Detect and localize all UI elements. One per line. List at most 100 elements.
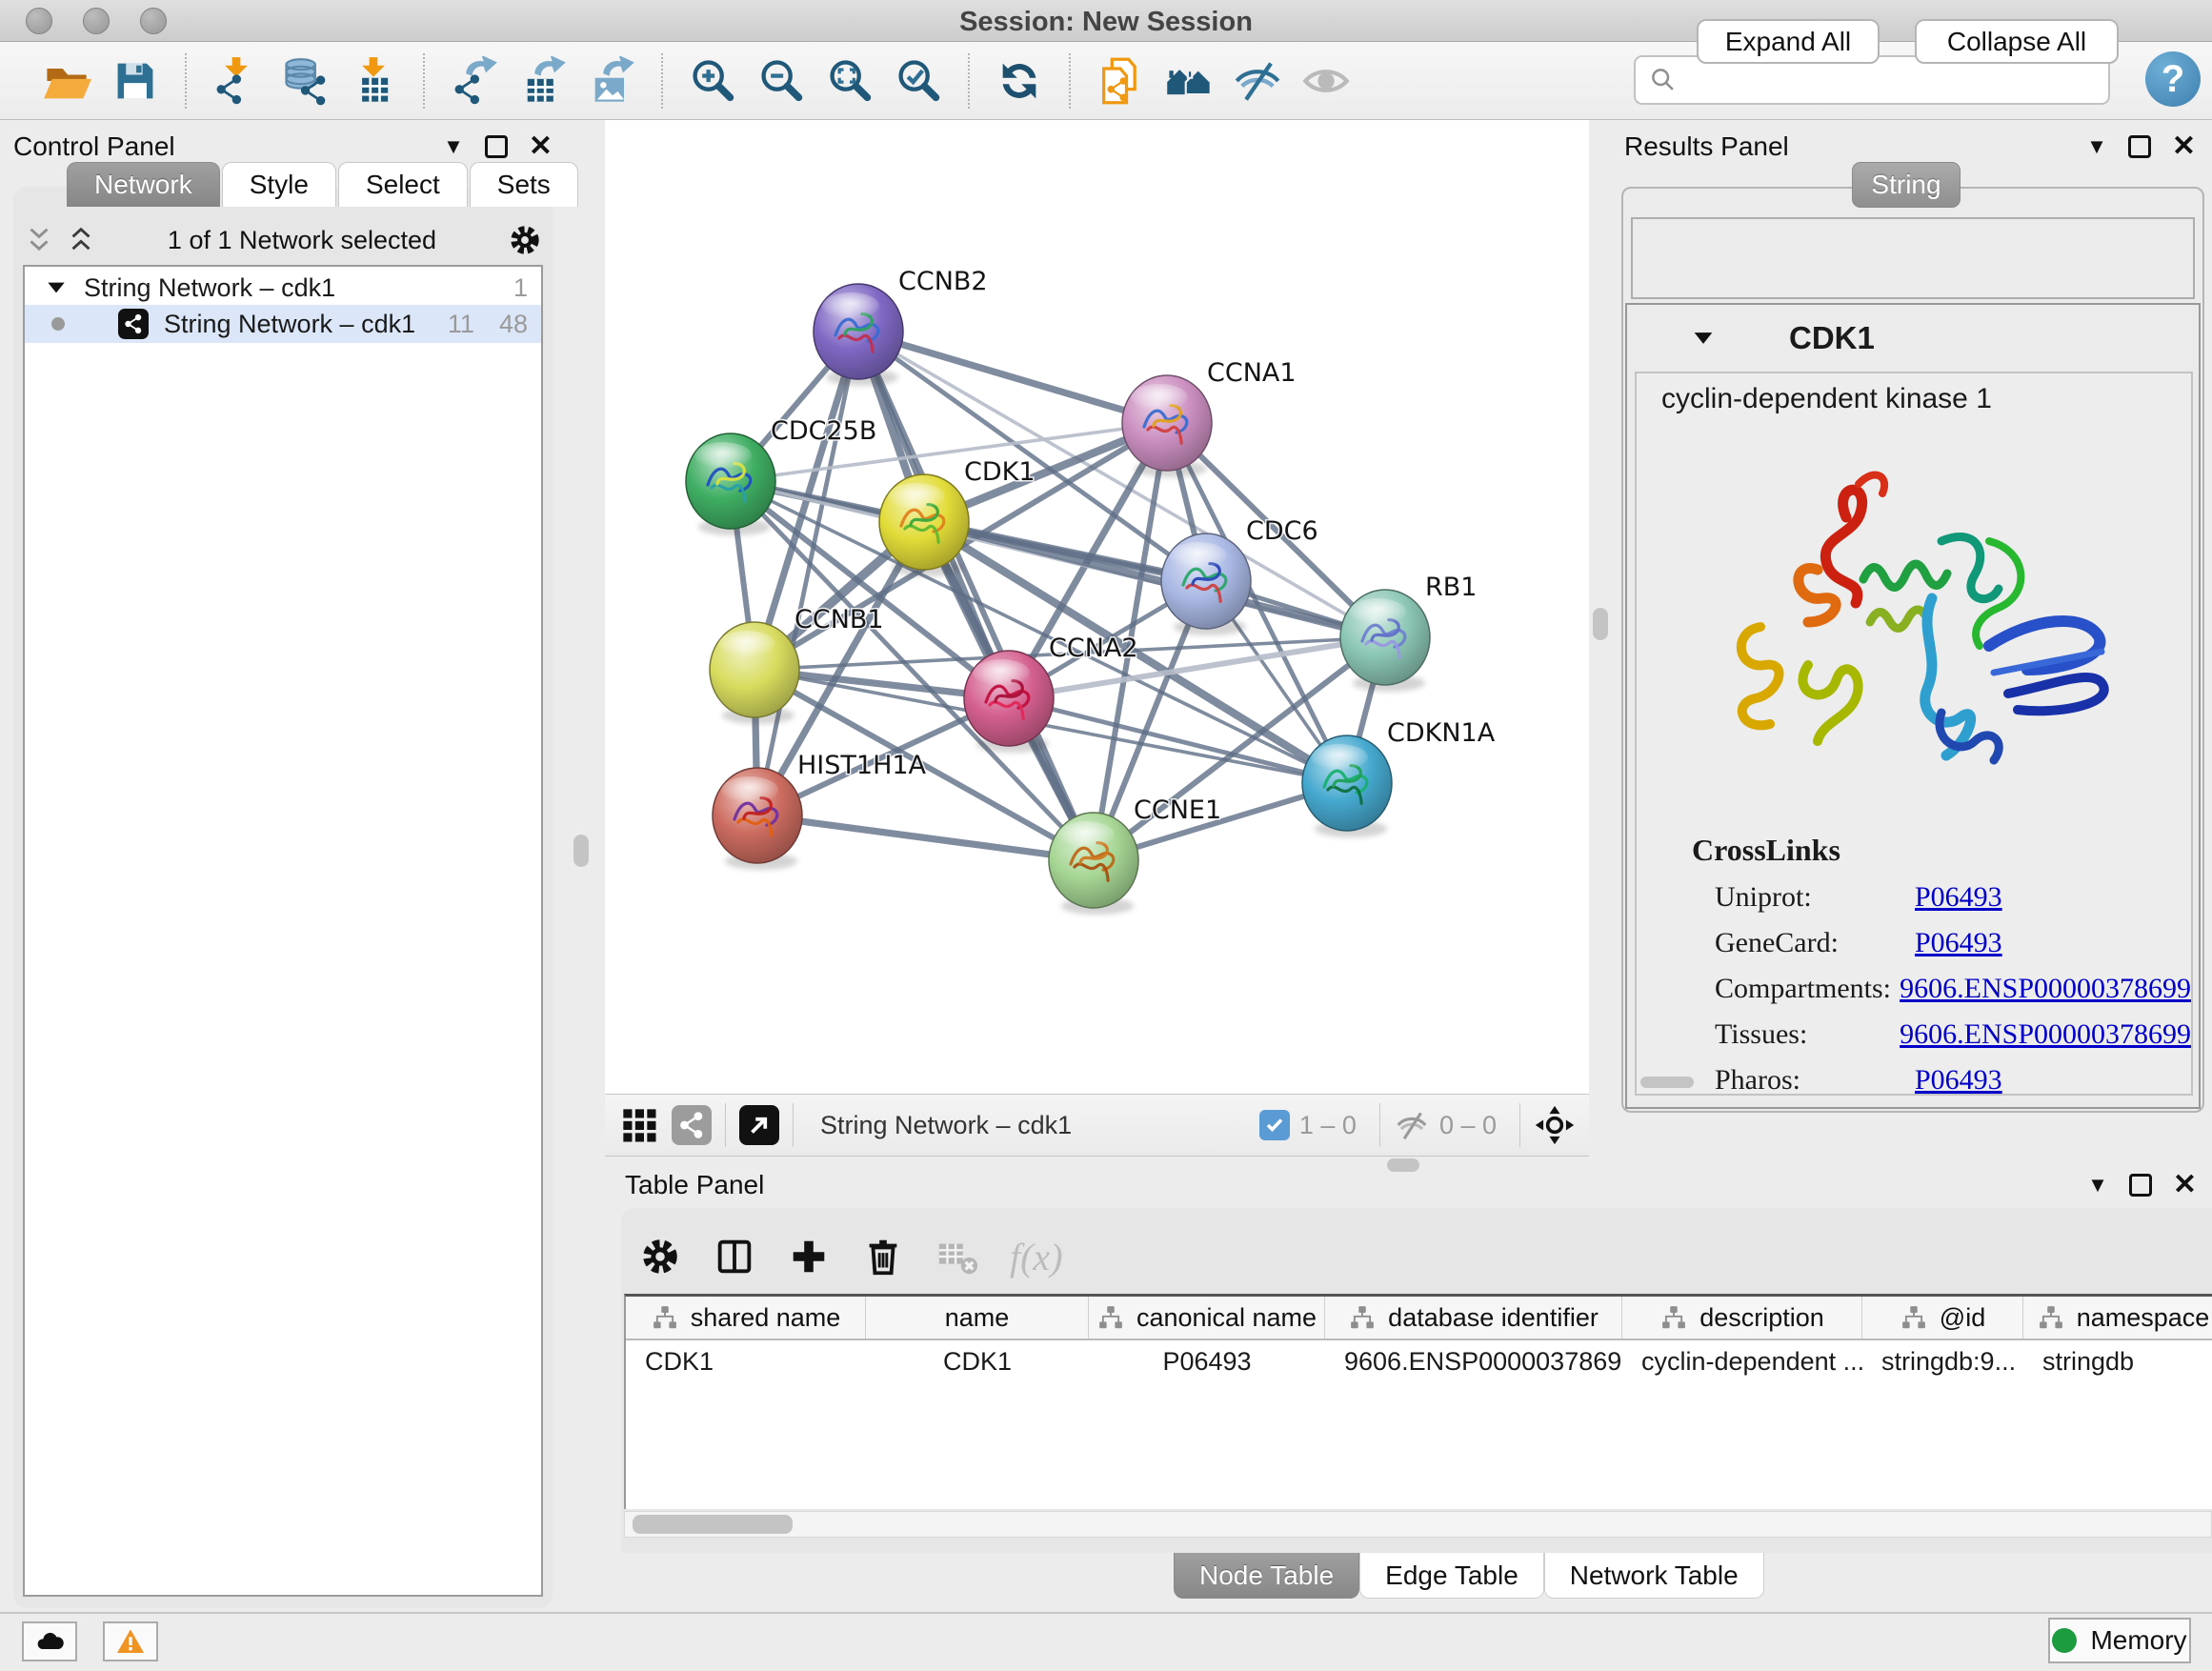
- export-table-button[interactable]: [515, 53, 571, 109]
- cloud-button[interactable]: [22, 1621, 77, 1661]
- node-table: shared name name canonical name database …: [624, 1294, 2212, 1509]
- results-panel-close-icon[interactable]: ✕: [2172, 130, 2196, 163]
- table-options-gear-icon[interactable]: [638, 1235, 682, 1278]
- selected-items-checkbox[interactable]: [1259, 1110, 1290, 1140]
- show-columns-icon[interactable]: [713, 1235, 756, 1278]
- tab-sets[interactable]: Sets: [470, 162, 578, 207]
- memory-label: Memory: [2090, 1625, 2186, 1656]
- table-cell[interactable]: 9606.ENSP00000378699: [1325, 1340, 1622, 1382]
- column-header-name[interactable]: name: [866, 1297, 1089, 1339]
- table-panel-menu-icon[interactable]: ▼: [2087, 1173, 2108, 1198]
- node-HIST1H1A[interactable]: HIST1H1A: [713, 751, 927, 870]
- edge-CCNB2-CCNA1[interactable]: [858, 332, 1167, 423]
- node-CCNB2[interactable]: CCNB2: [814, 267, 988, 386]
- table-cell[interactable]: stringdb: [2023, 1340, 2212, 1382]
- preview-button[interactable]: [1298, 53, 1354, 109]
- import-table-button[interactable]: [346, 53, 401, 109]
- table-cell[interactable]: cyclin-dependent ...: [1622, 1340, 1862, 1382]
- tab-style[interactable]: Style: [222, 162, 336, 207]
- home-apps-button[interactable]: [1161, 53, 1217, 109]
- expand-all-button[interactable]: Expand All: [1697, 19, 1880, 64]
- crosslink-link[interactable]: P06493: [1915, 927, 2002, 959]
- show-hide-graphics-button[interactable]: [1230, 53, 1285, 109]
- import-database-button[interactable]: [277, 53, 332, 109]
- tab-network-table[interactable]: Network Table: [1544, 1553, 1764, 1599]
- zoom-selected-button[interactable]: [891, 53, 946, 109]
- gene-collapse-icon[interactable]: [1690, 325, 1717, 352]
- collapse-all-button[interactable]: Collapse All: [1915, 19, 2119, 64]
- column-header-shared-name[interactable]: shared name: [626, 1297, 866, 1339]
- column-header-namespace[interactable]: namespace: [2023, 1297, 2212, 1339]
- share-view-button[interactable]: [672, 1105, 712, 1145]
- zoom-in-button[interactable]: [685, 53, 740, 109]
- network-row[interactable]: String Network – cdk1 11 48: [25, 305, 541, 343]
- results-panel-float-icon[interactable]: [2128, 135, 2151, 158]
- column-header-label: shared name: [691, 1303, 841, 1333]
- fit-content-crosshair-icon[interactable]: [1534, 1104, 1576, 1146]
- table-cell[interactable]: stringdb:9...: [1862, 1340, 2023, 1382]
- refresh-button[interactable]: [992, 53, 1047, 109]
- tab-edge-table[interactable]: Edge Table: [1359, 1553, 1544, 1599]
- tab-select[interactable]: Select: [338, 162, 468, 207]
- network-collection-row[interactable]: String Network – cdk1 1: [25, 267, 541, 305]
- network-canvas[interactable]: CCNB2 CCNA1 CDC25B CDK1 CDC6 RB1 CCNB1: [605, 120, 1589, 1094]
- export-network-button[interactable]: [447, 53, 502, 109]
- clone-network-button[interactable]: [1093, 53, 1148, 109]
- search-icon: [1647, 64, 1679, 96]
- table-cell[interactable]: CDK1: [626, 1340, 866, 1382]
- zoom-fit-button[interactable]: [822, 53, 877, 109]
- add-column-icon[interactable]: [787, 1235, 831, 1278]
- control-panel-close-icon[interactable]: ✕: [529, 130, 553, 163]
- column-header--id[interactable]: @id: [1862, 1297, 2023, 1339]
- network-node-count: 11: [448, 310, 474, 339]
- gene-panel-hscrollbar[interactable]: [1640, 1077, 1694, 1088]
- collection-expand-icon[interactable]: [44, 275, 69, 300]
- node-CDKN1A[interactable]: CDKN1A: [1302, 718, 1496, 837]
- control-panel-menu-icon[interactable]: ▼: [443, 134, 464, 159]
- toolbar-separator: [1069, 53, 1071, 109]
- table-cell[interactable]: P06493: [1089, 1340, 1325, 1382]
- crosslink-link[interactable]: 9606.ENSP00000378699: [1900, 1018, 2191, 1051]
- tab-network[interactable]: Network: [67, 162, 220, 207]
- export-image-button[interactable]: [584, 53, 639, 109]
- edge-HIST1H1A-CCNE1[interactable]: [757, 815, 1094, 860]
- node-CCNA1[interactable]: CCNA1: [1122, 358, 1297, 477]
- table-hscrollbar[interactable]: [624, 1511, 2212, 1538]
- crosslink-row: Pharos:P06493: [1637, 1064, 2191, 1097]
- memory-button[interactable]: Memory: [2048, 1618, 2191, 1663]
- tab-string[interactable]: String: [1852, 162, 1961, 208]
- right-splitter-handle[interactable]: [1593, 608, 1608, 640]
- left-splitter-handle[interactable]: [573, 835, 589, 867]
- edge-CCNB2-HIST1H1A[interactable]: [757, 332, 858, 815]
- column-header-database-identifier[interactable]: database identifier: [1325, 1297, 1622, 1339]
- table-panel-close-icon[interactable]: ✕: [2173, 1168, 2197, 1201]
- column-header-description[interactable]: description: [1622, 1297, 1862, 1339]
- zoom-out-button[interactable]: [754, 53, 809, 109]
- birdseye-view-button[interactable]: [739, 1105, 779, 1145]
- crosslink-link[interactable]: 9606.ENSP00000378699: [1900, 973, 2191, 1005]
- node-RB1[interactable]: RB1: [1340, 573, 1477, 692]
- column-header-canonical-name[interactable]: canonical name: [1089, 1297, 1325, 1339]
- delete-column-icon[interactable]: [861, 1235, 905, 1278]
- crosslink-link[interactable]: P06493: [1915, 881, 2002, 914]
- search-input[interactable]: [1679, 61, 2108, 99]
- warnings-button[interactable]: [103, 1621, 158, 1661]
- tab-node-table[interactable]: Node Table: [1174, 1553, 1359, 1599]
- table-cell[interactable]: CDK1: [866, 1340, 1089, 1382]
- network-options-gear-icon[interactable]: [507, 222, 543, 258]
- collapse-all-networks-icon[interactable]: [23, 224, 55, 256]
- save-session-button[interactable]: [108, 53, 163, 109]
- import-network-button[interactable]: [209, 53, 264, 109]
- table-row[interactable]: CDK1CDK1P064939606.ENSP00000378699cyclin…: [626, 1340, 2212, 1382]
- table-panel-float-icon[interactable]: [2129, 1174, 2152, 1197]
- hidden-items-eye-icon: [1394, 1107, 1430, 1143]
- table-hscrollbar-thumb[interactable]: [633, 1515, 793, 1534]
- crosslink-link[interactable]: P06493: [1915, 1064, 2002, 1097]
- results-panel-menu-icon[interactable]: ▼: [2086, 134, 2107, 159]
- help-button[interactable]: ?: [2145, 51, 2201, 107]
- network-selection-status: 1 of 1 Network selected: [97, 226, 507, 255]
- grid-view-icon[interactable]: [620, 1106, 658, 1144]
- open-session-button[interactable]: [39, 53, 94, 109]
- control-panel-float-icon[interactable]: [485, 135, 508, 158]
- expand-all-networks-icon[interactable]: [65, 224, 97, 256]
